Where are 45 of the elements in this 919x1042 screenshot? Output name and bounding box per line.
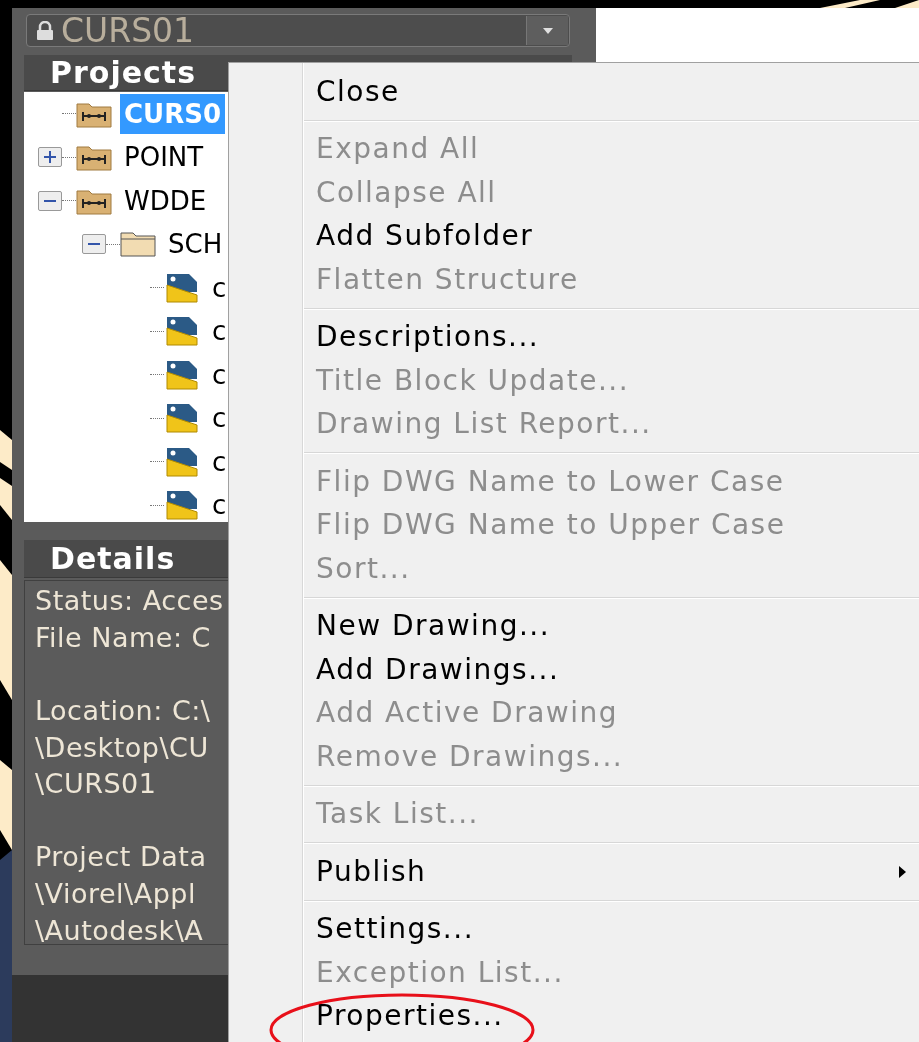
project-selector[interactable]: CURS01 bbox=[26, 14, 570, 47]
detail-line: \Desktop\CU bbox=[35, 730, 209, 765]
panel-title: Projects bbox=[50, 57, 196, 88]
minus-icon bbox=[88, 243, 100, 246]
menu-item[interactable]: Descriptions... bbox=[229, 315, 919, 359]
tree-item[interactable]: POINT bbox=[120, 137, 208, 178]
project-folder-icon bbox=[76, 143, 112, 172]
menu-item[interactable]: New Drawing... bbox=[229, 604, 919, 648]
tree-item[interactable]: SCH bbox=[164, 224, 227, 265]
detail-line: Location: C:\ bbox=[35, 694, 211, 729]
tree-item[interactable]: c bbox=[208, 267, 231, 308]
menu-item[interactable]: Settings... bbox=[229, 907, 919, 951]
drawing-file-icon bbox=[164, 316, 200, 347]
caret-icon bbox=[542, 27, 553, 34]
minus-icon bbox=[44, 199, 56, 202]
menu-item[interactable]: Add Drawings... bbox=[229, 648, 919, 692]
detail-line: Project Data bbox=[35, 840, 207, 875]
tree-item[interactable]: c bbox=[208, 398, 231, 439]
drawing-file-icon bbox=[164, 272, 200, 303]
drawing-file-icon bbox=[164, 446, 200, 477]
menu-item[interactable]: Properties... bbox=[229, 994, 919, 1038]
menu-item[interactable]: Add Subfolder bbox=[229, 214, 919, 258]
menu-item[interactable]: Publish bbox=[229, 850, 919, 894]
tree-item[interactable]: c bbox=[208, 354, 231, 395]
detail-line: File Name: C bbox=[35, 620, 211, 655]
collapse-toggle[interactable] bbox=[82, 234, 106, 255]
detail-line: \CURS01 bbox=[35, 767, 157, 802]
project-name: CURS01 bbox=[61, 14, 195, 47]
panel-title: Details bbox=[50, 543, 176, 574]
drawing-file-icon bbox=[164, 359, 200, 390]
dropdown-button[interactable] bbox=[526, 16, 568, 45]
detail-line: \Autodesk\A bbox=[35, 913, 204, 948]
drawing-file-icon bbox=[164, 403, 200, 434]
collapse-toggle[interactable] bbox=[38, 190, 62, 211]
tree-item[interactable]: c bbox=[208, 485, 231, 522]
detail-line: \Viorel\Appl bbox=[35, 877, 196, 912]
folder-icon bbox=[120, 231, 156, 258]
detail-line: Status: Acces bbox=[35, 584, 224, 619]
expand-toggle[interactable] bbox=[38, 147, 62, 168]
tree-item[interactable]: WDDE bbox=[120, 180, 211, 221]
menu-item[interactable]: Close bbox=[229, 70, 919, 114]
plus-icon bbox=[44, 151, 56, 164]
tree-item[interactable]: c bbox=[208, 311, 231, 352]
tree-item[interactable]: c bbox=[208, 441, 231, 482]
lock-icon bbox=[35, 20, 55, 41]
